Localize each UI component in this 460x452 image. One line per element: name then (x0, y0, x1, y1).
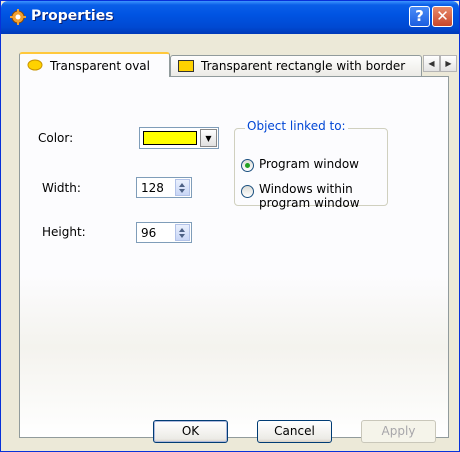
window-title: Properties (31, 8, 114, 24)
color-picker[interactable]: ▼ (139, 127, 219, 149)
yellow-oval-icon (27, 59, 43, 71)
radio-windows-within-program[interactable] (241, 185, 254, 198)
spin-arrows-icon[interactable] (175, 179, 190, 196)
tab-strip: Transparent oval Transparent rectangle w… (19, 52, 457, 77)
chevron-down-icon[interactable]: ▼ (200, 129, 217, 147)
ok-button[interactable]: OK (153, 420, 228, 443)
width-value[interactable]: 128 (141, 181, 164, 195)
properties-dialog: Properties ? ✕ Transparent oval Transpar… (0, 0, 460, 452)
tab-label: Transparent rectangle with border (201, 59, 406, 73)
tab-scroll-left-button[interactable]: ◀ (423, 55, 440, 72)
color-label: Color: (38, 131, 74, 145)
tab-scroll-buttons: ◀ ▶ (423, 55, 457, 72)
gear-icon (10, 9, 26, 25)
width-label: Width: (42, 181, 81, 195)
width-stepper[interactable]: 128 (136, 177, 192, 198)
help-button[interactable]: ? (409, 6, 430, 27)
dialog-client-area: Transparent oval Transparent rectangle w… (4, 34, 457, 449)
tab-scroll-right-button[interactable]: ▶ (440, 55, 457, 72)
height-label: Height: (42, 225, 86, 239)
tab-label: Transparent oval (50, 59, 150, 73)
radio-label-windows-within-line2[interactable]: program window (259, 196, 360, 210)
title-bar[interactable]: Properties ? ✕ (1, 1, 459, 34)
height-stepper[interactable]: 96 (136, 222, 192, 243)
radio-program-window[interactable] (241, 159, 254, 172)
tab-panel: Color: ▼ Width: 128 Height: 96 Object li… (19, 76, 449, 438)
cancel-button[interactable]: Cancel (257, 420, 332, 443)
yellow-rectangle-icon (178, 60, 194, 72)
height-value[interactable]: 96 (141, 226, 156, 240)
group-title: Object linked to: (245, 119, 348, 133)
radio-label-program-window[interactable]: Program window (259, 157, 359, 171)
spin-arrows-icon[interactable] (175, 224, 190, 241)
color-swatch (143, 131, 197, 145)
apply-button[interactable]: Apply (361, 420, 436, 443)
radio-label-windows-within-line1[interactable]: Windows within (259, 182, 353, 196)
close-button[interactable]: ✕ (432, 6, 453, 27)
tab-transparent-rectangle[interactable]: Transparent rectangle with border (170, 55, 422, 76)
tab-transparent-oval[interactable]: Transparent oval (19, 52, 170, 77)
